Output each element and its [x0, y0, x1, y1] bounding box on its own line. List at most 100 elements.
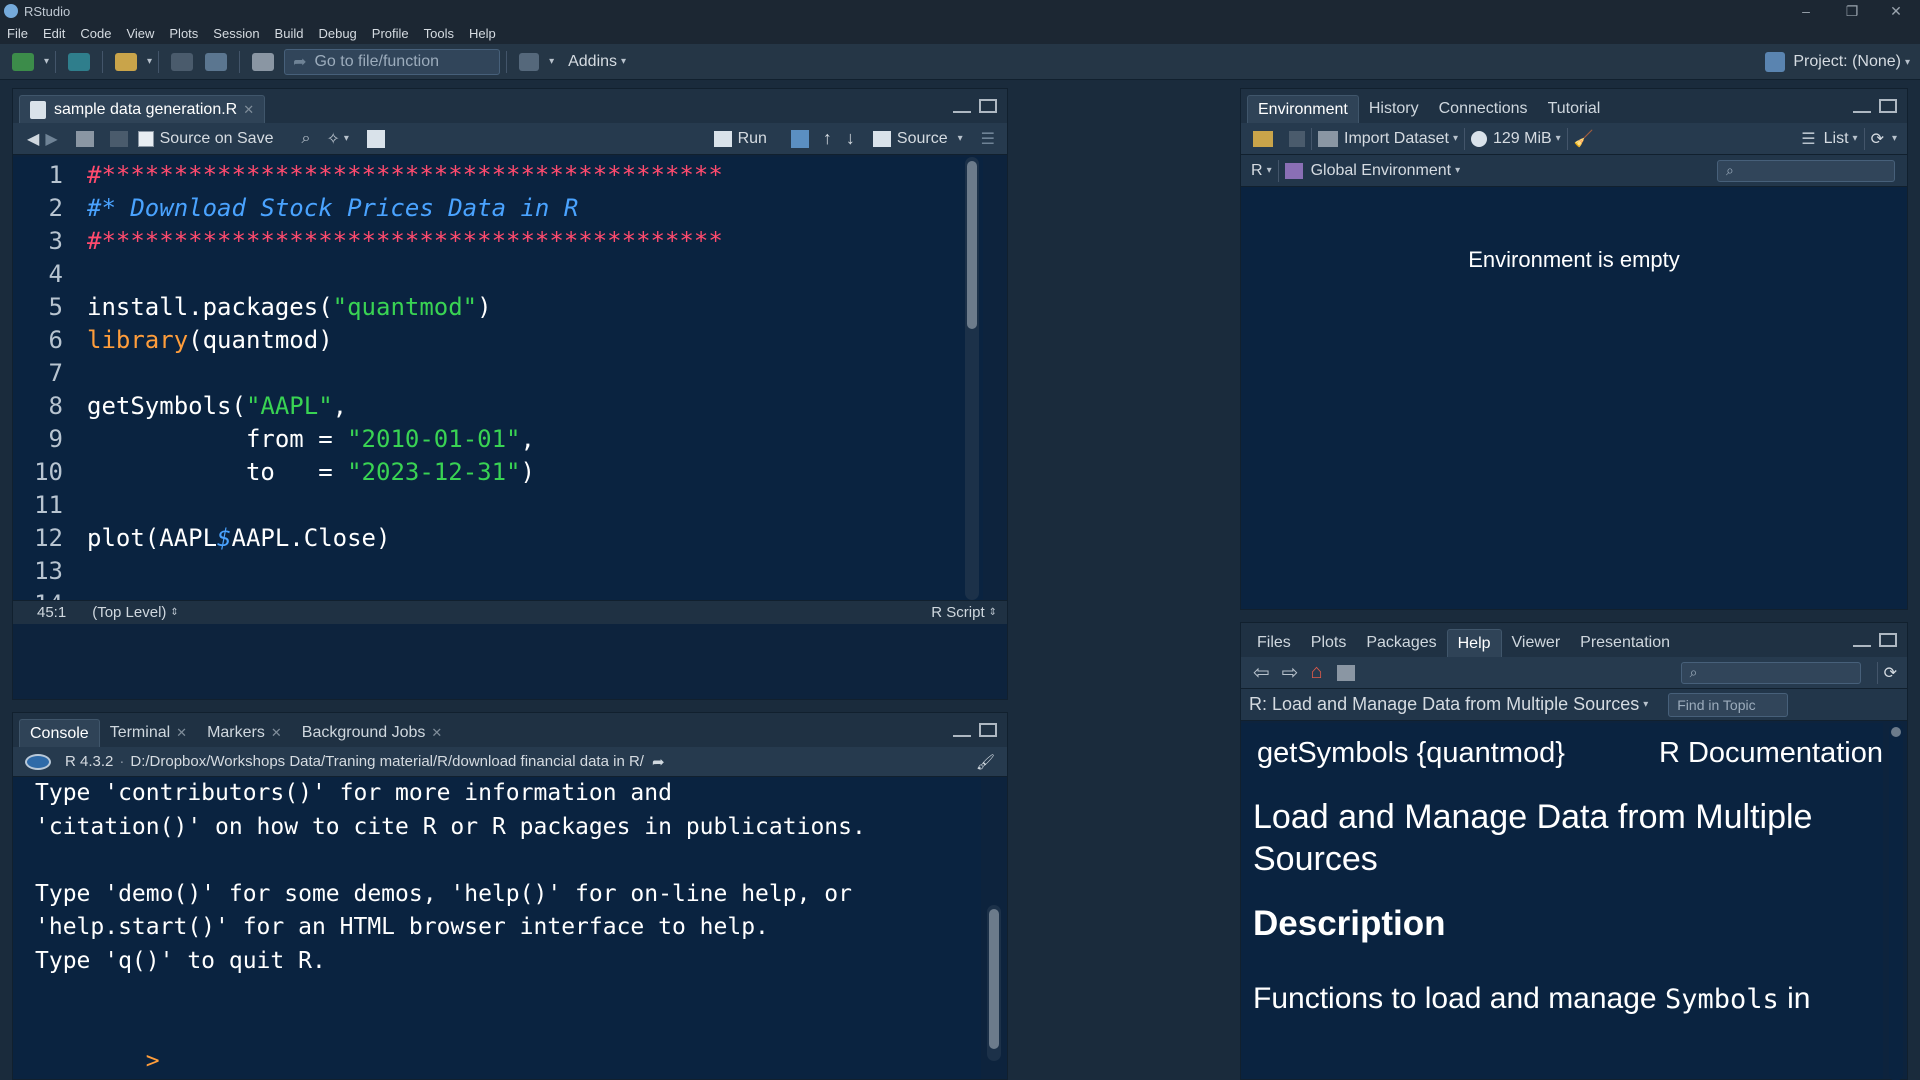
- save-icon[interactable]: [171, 52, 194, 71]
- tab-background-jobs[interactable]: Background Jobs ✕: [291, 719, 453, 747]
- close-window-icon[interactable]: ✕: [1874, 0, 1918, 22]
- code-line[interactable]: 9 from = "2010-01-01",: [13, 423, 535, 456]
- help-scrollbar[interactable]: [1889, 723, 1903, 1080]
- clear-console-icon[interactable]: 🖌: [976, 753, 995, 771]
- menu-view[interactable]: View: [119, 26, 162, 41]
- go-to-file-input[interactable]: ➦ Go to file/function: [284, 48, 501, 75]
- open-file-dropdown-icon[interactable]: ▾: [147, 56, 152, 67]
- tab-help[interactable]: Help: [1446, 629, 1502, 657]
- save-workspace-icon[interactable]: [1289, 130, 1305, 147]
- code-line[interactable]: 1 #**************************************…: [13, 159, 723, 192]
- grid-layout-icon[interactable]: [519, 52, 540, 71]
- refresh-dropdown-icon[interactable]: ▾: [1892, 133, 1897, 144]
- find-in-topic-input[interactable]: Find in Topic: [1668, 692, 1789, 717]
- save-file-icon[interactable]: [109, 130, 128, 147]
- clear-workspace-broom-icon[interactable]: 🧹: [1574, 129, 1594, 149]
- minimize-window-icon[interactable]: –: [1784, 0, 1828, 22]
- addins-menu[interactable]: Addins: [568, 53, 617, 71]
- rerun-icon[interactable]: [790, 129, 809, 148]
- go-to-next-section-icon[interactable]: ↓: [846, 128, 855, 149]
- import-dataset-button[interactable]: Import Dataset ▾: [1318, 130, 1458, 148]
- minimize-pane-icon[interactable]: [1853, 645, 1871, 647]
- show-in-window-icon[interactable]: [1336, 664, 1355, 681]
- compile-report-icon[interactable]: [366, 129, 385, 148]
- menu-profile[interactable]: Profile: [365, 26, 417, 41]
- tab-presentation[interactable]: Presentation: [1570, 629, 1680, 657]
- search-icon[interactable]: ⌕: [301, 130, 310, 148]
- console-scrollbar-thumb[interactable]: [989, 909, 999, 1049]
- console-scrollbar[interactable]: [987, 905, 1001, 1061]
- code-line[interactable]: 12 plot(AAPL$AAPL.Close): [13, 522, 390, 555]
- menu-edit[interactable]: Edit: [36, 26, 73, 41]
- menu-tools[interactable]: Tools: [417, 26, 462, 41]
- tab-packages[interactable]: Packages: [1356, 629, 1447, 657]
- code-line[interactable]: 13: [13, 555, 87, 588]
- tab-viewer[interactable]: Viewer: [1501, 629, 1571, 657]
- tab-files[interactable]: Files: [1247, 629, 1301, 657]
- environment-scope-selector[interactable]: Global Environment ▾: [1284, 162, 1460, 180]
- editor-scrollbar[interactable]: [965, 157, 979, 600]
- help-search-input[interactable]: ⌕: [1680, 661, 1861, 684]
- console-prompt-line[interactable]: >: [35, 1012, 981, 1074]
- tab-console[interactable]: Console: [19, 719, 100, 747]
- scope-selector[interactable]: (Top Level) ⇕: [92, 604, 179, 621]
- menu-build[interactable]: Build: [268, 26, 312, 41]
- load-workspace-icon[interactable]: [1253, 130, 1273, 147]
- minimize-pane-icon[interactable]: [953, 735, 971, 737]
- close-tab-icon[interactable]: ✕: [431, 725, 442, 741]
- view-mode-selector[interactable]: ☰ List ▾: [1801, 129, 1857, 149]
- code-line[interactable]: 7: [13, 357, 87, 390]
- open-file-icon[interactable]: [115, 52, 138, 71]
- save-all-icon[interactable]: [205, 52, 228, 71]
- console-output[interactable]: Type 'contributors()' for more informati…: [13, 777, 1001, 1079]
- menu-session[interactable]: Session: [206, 26, 267, 41]
- source-on-save-checkbox[interactable]: [137, 130, 154, 147]
- tab-markers[interactable]: Markers ✕: [197, 719, 292, 747]
- project-menu[interactable]: Project: (None) ▾: [1765, 44, 1910, 80]
- maximize-pane-icon[interactable]: [1879, 99, 1897, 113]
- code-tools-wand-icon[interactable]: ✧: [326, 129, 339, 149]
- file-type-selector[interactable]: R Script ⇕: [931, 604, 997, 621]
- code-line[interactable]: 8 getSymbols("AAPL",: [13, 390, 348, 423]
- menu-code[interactable]: Code: [73, 26, 119, 41]
- tab-plots[interactable]: Plots: [1300, 629, 1357, 657]
- help-topic-selector[interactable]: R: Load and Manage Data from Multiple So…: [1249, 694, 1648, 715]
- addins-dropdown-icon[interactable]: ▾: [621, 56, 626, 67]
- tab-environment[interactable]: Environment: [1247, 95, 1359, 123]
- tab-terminal[interactable]: Terminal ✕: [99, 719, 198, 747]
- code-line[interactable]: 5 install.packages("quantmod"): [13, 291, 492, 324]
- new-file-dropdown-icon[interactable]: ▾: [44, 56, 49, 67]
- code-line[interactable]: 10 to = "2023-12-31"): [13, 456, 535, 489]
- tab-connections[interactable]: Connections: [1428, 95, 1538, 123]
- show-in-window-icon[interactable]: [75, 130, 94, 147]
- code-line[interactable]: 14: [13, 588, 87, 600]
- code-line[interactable]: 3 #**************************************…: [13, 225, 723, 258]
- source-button[interactable]: Source: [872, 130, 948, 148]
- help-forward-icon[interactable]: ⇨: [1282, 660, 1299, 685]
- close-tab-icon[interactable]: ✕: [243, 102, 254, 118]
- new-project-icon[interactable]: [68, 52, 91, 71]
- environment-search-input[interactable]: ⌕: [1717, 159, 1895, 182]
- go-to-directory-icon[interactable]: ➦: [652, 753, 665, 771]
- maximize-pane-icon[interactable]: [979, 99, 997, 113]
- minimize-pane-icon[interactable]: [1853, 111, 1871, 113]
- restore-window-icon[interactable]: ❐: [1830, 0, 1874, 22]
- code-line[interactable]: 11: [13, 489, 87, 522]
- close-tab-icon[interactable]: ✕: [176, 725, 187, 741]
- forward-icon[interactable]: ▶: [45, 129, 57, 149]
- code-line[interactable]: 4: [13, 258, 87, 291]
- code-editor[interactable]: 1 #**************************************…: [13, 157, 983, 600]
- print-icon[interactable]: [252, 52, 275, 71]
- memory-usage-button[interactable]: 129 MiB ▾: [1470, 130, 1561, 148]
- code-line[interactable]: 6 library(quantmod): [13, 324, 333, 357]
- back-icon[interactable]: ◀: [27, 129, 39, 149]
- close-tab-icon[interactable]: ✕: [271, 725, 282, 741]
- run-button[interactable]: Run: [713, 130, 767, 148]
- editor-scrollbar-thumb[interactable]: [967, 161, 977, 329]
- maximize-pane-icon[interactable]: [1879, 633, 1897, 647]
- code-tools-dropdown-icon[interactable]: ▾: [344, 133, 349, 144]
- help-back-icon[interactable]: ⇦: [1253, 660, 1270, 685]
- tab-tutorial[interactable]: Tutorial: [1537, 95, 1611, 123]
- menu-file[interactable]: File: [0, 26, 36, 41]
- document-outline-icon[interactable]: ☰: [981, 129, 995, 149]
